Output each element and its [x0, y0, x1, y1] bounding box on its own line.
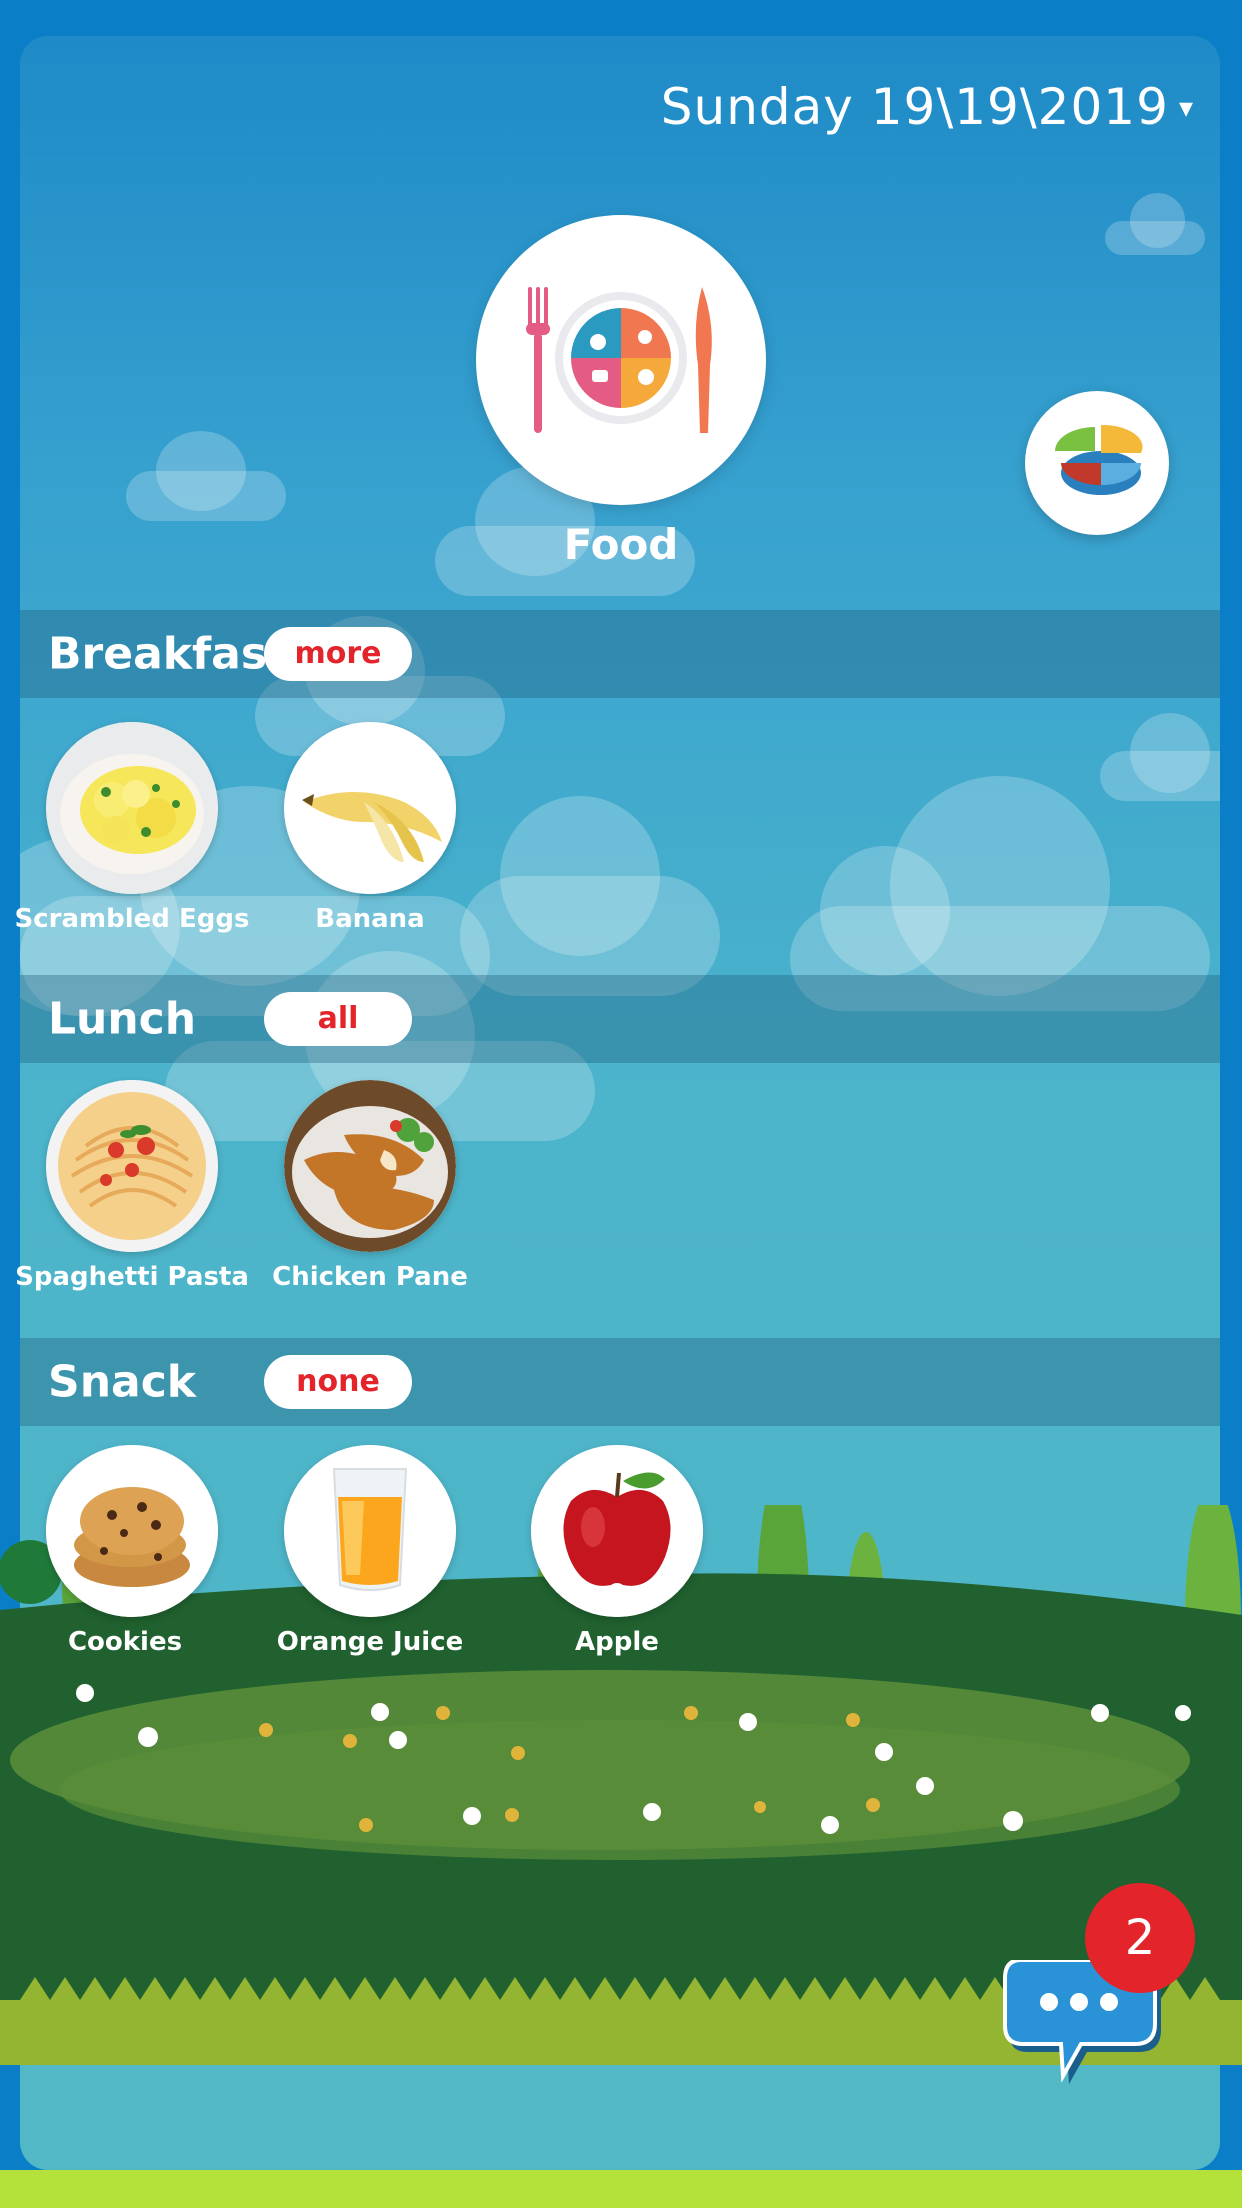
snack-none-button[interactable]: none — [264, 1355, 412, 1409]
food-item-scrambled-eggs[interactable]: Scrambled Eggs — [12, 722, 252, 934]
notification-badge: 2 — [1085, 1883, 1195, 1993]
food-item-spaghetti-pasta[interactable]: Spaghetti Pasta — [12, 1080, 252, 1292]
food-item-chicken-pane[interactable]: Chicken Pane — [250, 1080, 490, 1292]
pie-chart-icon — [1055, 424, 1143, 495]
section-breakfast-header: Breakfast more — [20, 610, 1220, 698]
food-item-label: Banana — [315, 904, 425, 934]
cloud-decoration — [126, 431, 286, 521]
date-text: Sunday 19\19\2019 — [660, 78, 1169, 136]
food-title: Food — [563, 520, 679, 569]
chevron-down-icon: ▾ — [1178, 90, 1194, 124]
statistics-button[interactable] — [1025, 391, 1169, 535]
food-item-label: Spaghetti Pasta — [15, 1262, 249, 1292]
apple-icon — [531, 1445, 703, 1617]
food-item-label: Orange Juice — [276, 1627, 464, 1657]
lunch-all-button[interactable]: all — [264, 992, 412, 1046]
scrambled-eggs-icon — [46, 722, 218, 894]
food-thumbnail — [46, 722, 218, 894]
cookies-icon — [46, 1445, 218, 1617]
food-item-orange-juice[interactable]: Orange Juice — [250, 1445, 490, 1657]
food-thumbnail — [531, 1445, 703, 1617]
food-item-label: Scrambled Eggs — [14, 904, 250, 934]
food-item-label: Apple — [575, 1627, 659, 1657]
outer-grass-strip — [0, 2170, 1242, 2208]
food-thumbnail — [46, 1080, 218, 1252]
breakfast-more-button[interactable]: more — [264, 627, 412, 681]
food-item-label: Cookies — [67, 1627, 183, 1657]
food-thumbnail — [284, 1445, 456, 1617]
cloud-decoration — [1105, 193, 1205, 255]
food-hero-button[interactable] — [476, 215, 766, 505]
section-lunch-header: Lunch all — [20, 975, 1220, 1063]
section-title: Lunch — [48, 993, 197, 1045]
orange-juice-icon — [284, 1445, 456, 1617]
section-title: Snack — [48, 1356, 197, 1408]
food-thumbnail — [284, 722, 456, 894]
food-item-cookies[interactable]: Cookies — [12, 1445, 252, 1657]
food-thumbnail — [46, 1445, 218, 1617]
chicken-pane-icon — [284, 1080, 456, 1252]
food-item-apple[interactable]: Apple — [497, 1445, 737, 1657]
plate-with-fork-knife-icon — [526, 287, 712, 433]
food-item-banana[interactable]: Banana — [250, 722, 490, 934]
banana-icon — [284, 722, 456, 894]
section-title: Breakfast — [48, 628, 289, 680]
spaghetti-icon — [46, 1080, 218, 1252]
section-snack-header: Snack none — [20, 1338, 1220, 1426]
food-thumbnail — [284, 1080, 456, 1252]
cloud-decoration — [1100, 713, 1220, 801]
date-selector[interactable]: Sunday 19\19\2019 ▾ — [661, 78, 1194, 136]
food-item-label: Chicken Pane — [272, 1262, 468, 1292]
